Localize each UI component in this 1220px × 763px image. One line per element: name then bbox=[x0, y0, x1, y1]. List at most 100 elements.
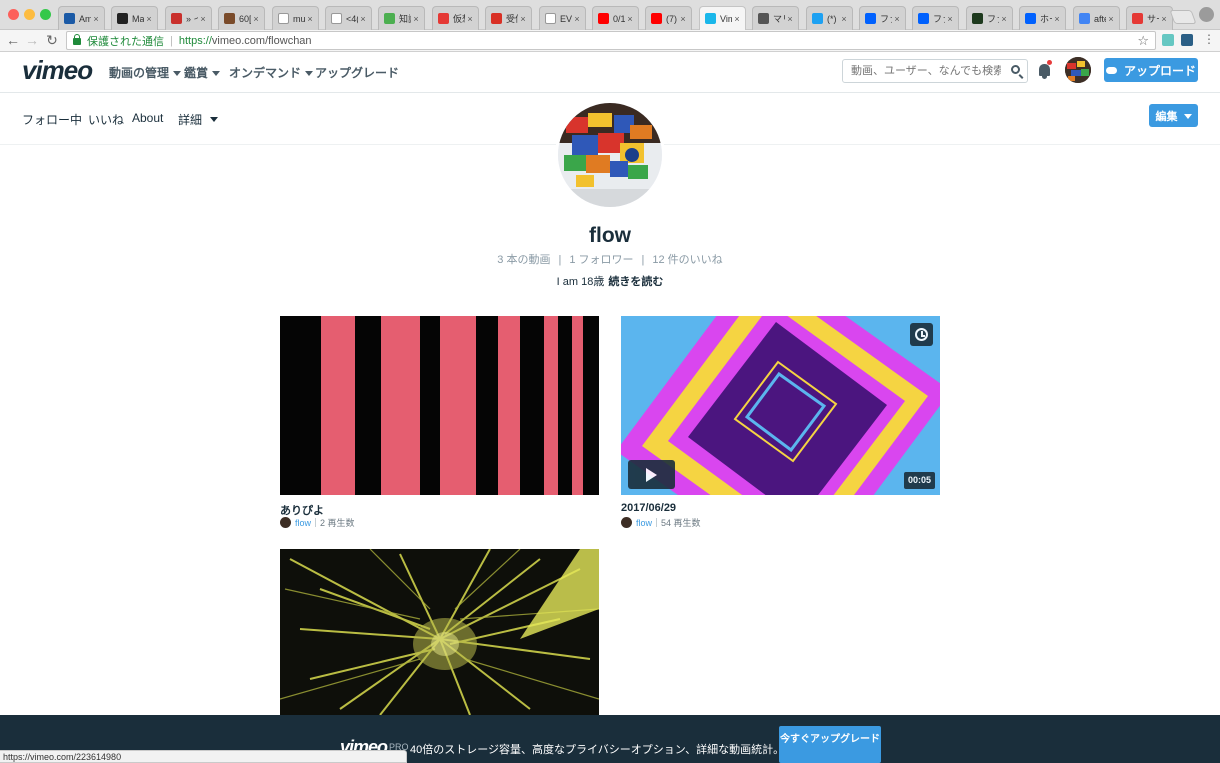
uploader-name[interactable]: flow bbox=[636, 518, 652, 528]
tab-close-icon[interactable]: × bbox=[251, 14, 261, 24]
browser-tab[interactable]: » イ× bbox=[165, 6, 212, 30]
browser-tab[interactable]: サー× bbox=[1126, 6, 1173, 30]
browser-tab[interactable]: mu × bbox=[272, 6, 319, 30]
browser-tab-strip: Am×Ma×» イ×60[×mu×<4(×知識×仮想×受信×EVE×0/1×(7… bbox=[0, 0, 1220, 30]
browser-tab[interactable]: 知識× bbox=[378, 6, 425, 30]
tab-close-icon[interactable]: × bbox=[465, 14, 475, 24]
tab-favicon-icon bbox=[705, 13, 716, 24]
new-tab-button[interactable] bbox=[1169, 10, 1197, 24]
tab-title: 60[ bbox=[239, 13, 251, 24]
upload-button[interactable]: アップロード bbox=[1104, 58, 1198, 82]
close-window-button[interactable] bbox=[8, 9, 19, 20]
tab-favicon-icon bbox=[491, 13, 502, 24]
search-input[interactable] bbox=[851, 65, 1001, 77]
edit-button[interactable]: 編集 bbox=[1149, 104, 1198, 127]
browser-tab[interactable]: 仮想× bbox=[432, 6, 479, 30]
back-arrow-icon[interactable]: ← bbox=[5, 32, 21, 48]
tab-close-icon[interactable]: × bbox=[358, 14, 368, 24]
extension-icon[interactable] bbox=[1162, 34, 1174, 46]
browser-tab[interactable]: ファ× bbox=[966, 6, 1013, 30]
tab-likes[interactable]: いいね bbox=[88, 111, 124, 128]
uploader-avatar[interactable] bbox=[280, 517, 291, 528]
uploader-avatar[interactable] bbox=[621, 517, 632, 528]
tab-close-icon[interactable]: × bbox=[999, 14, 1009, 24]
tab-favicon-icon bbox=[1025, 13, 1036, 24]
browser-profile-icon[interactable] bbox=[1199, 7, 1214, 22]
notification-bell-icon[interactable] bbox=[1039, 64, 1050, 79]
tab-close-icon[interactable]: × bbox=[732, 14, 742, 24]
address-bar[interactable]: 保護された通信 | https:// vimeo.com/flowchan ☆ bbox=[66, 31, 1156, 50]
upgrade-now-button[interactable]: 今すぐアップグレード bbox=[779, 726, 881, 763]
bio-text: I am 18歳 bbox=[556, 276, 605, 288]
reload-icon[interactable]: ↻ bbox=[44, 32, 60, 48]
read-more-link[interactable]: 続きを読む bbox=[608, 276, 663, 288]
stat-likes[interactable]: 12 件のいいね bbox=[652, 254, 722, 266]
menu-dots-icon[interactable]: ⋮ bbox=[1201, 31, 1217, 47]
video-thumbnail-1[interactable] bbox=[280, 316, 599, 495]
nav-on-demand[interactable]: オンデマンド bbox=[229, 64, 314, 81]
tab-about[interactable]: About bbox=[132, 111, 163, 125]
nav-upgrade[interactable]: アップグレード bbox=[315, 64, 399, 81]
tab-close-icon[interactable]: × bbox=[839, 14, 849, 24]
forward-arrow-icon[interactable]: → bbox=[24, 32, 40, 48]
browser-tab[interactable]: Am× bbox=[58, 6, 105, 30]
browser-tab[interactable]: (7) × bbox=[645, 6, 692, 30]
extension-icon[interactable] bbox=[1181, 34, 1193, 46]
chevron-down-icon bbox=[1183, 114, 1192, 119]
tab-close-icon[interactable]: × bbox=[1159, 14, 1169, 24]
zoom-window-button[interactable] bbox=[40, 9, 51, 20]
minimize-window-button[interactable] bbox=[24, 9, 35, 20]
tab-close-icon[interactable]: × bbox=[1052, 14, 1062, 24]
stat-followers[interactable]: 1 フォロワー bbox=[569, 254, 633, 266]
vimeo-logo[interactable]: vimeo bbox=[22, 55, 93, 86]
browser-tab[interactable]: ファ× bbox=[859, 6, 906, 30]
browser-tab[interactable]: afte× bbox=[1073, 6, 1120, 30]
browser-tab[interactable]: <4(× bbox=[325, 6, 372, 30]
browser-tab[interactable]: ホー× bbox=[1019, 6, 1066, 30]
play-button[interactable] bbox=[628, 460, 675, 489]
tab-close-icon[interactable]: × bbox=[91, 14, 101, 24]
tab-title: afte bbox=[1094, 13, 1106, 24]
watch-later-button[interactable] bbox=[910, 323, 933, 346]
tab-close-icon[interactable]: × bbox=[892, 14, 902, 24]
tab-title: mu bbox=[293, 13, 305, 24]
search-field[interactable] bbox=[842, 59, 1028, 83]
browser-tab[interactable]: Ma × bbox=[111, 6, 158, 30]
stat-videos[interactable]: 3 本の動画 bbox=[497, 254, 550, 266]
browser-tab[interactable]: マリ× bbox=[752, 6, 799, 30]
tab-title: ホー bbox=[1040, 14, 1052, 24]
tab-close-icon[interactable]: × bbox=[945, 14, 955, 24]
browser-tab[interactable]: 60[× bbox=[218, 6, 265, 30]
nav-watch[interactable]: 鑑賞 bbox=[184, 64, 221, 81]
browser-tab[interactable]: (*) × bbox=[806, 6, 853, 30]
tab-about-label: About bbox=[132, 111, 164, 125]
tab-more[interactable]: 詳細 bbox=[178, 111, 219, 128]
tab-close-icon[interactable]: × bbox=[411, 14, 421, 24]
tab-close-icon[interactable]: × bbox=[1106, 14, 1116, 24]
nav-manage-videos[interactable]: 動画の管理 bbox=[109, 64, 182, 81]
tab-close-icon[interactable]: × bbox=[198, 14, 208, 24]
tab-title: サー bbox=[1147, 14, 1159, 24]
user-avatar[interactable] bbox=[1065, 57, 1091, 83]
browser-tab[interactable]: EVE× bbox=[539, 6, 586, 30]
browser-tab[interactable]: 受信× bbox=[485, 6, 532, 30]
tab-close-icon[interactable]: × bbox=[572, 14, 582, 24]
tab-following[interactable]: フォロー中 bbox=[22, 111, 82, 128]
tab-close-icon[interactable]: × bbox=[518, 14, 528, 24]
browser-tab[interactable]: 0/1 × bbox=[592, 6, 639, 30]
video-title-2[interactable]: 2017/06/29 bbox=[621, 502, 676, 514]
uploader-name[interactable]: flow bbox=[295, 518, 311, 528]
tab-favicon-icon bbox=[64, 13, 75, 24]
tab-favicon-icon bbox=[438, 13, 449, 24]
bookmark-star-icon[interactable]: ☆ bbox=[1137, 33, 1149, 49]
browser-tab[interactable]: Vim× bbox=[699, 6, 746, 30]
tab-close-icon[interactable]: × bbox=[305, 14, 315, 24]
tab-close-icon[interactable]: × bbox=[785, 14, 795, 24]
tab-close-icon[interactable]: × bbox=[144, 14, 154, 24]
search-icon[interactable] bbox=[1011, 65, 1020, 74]
tab-close-icon[interactable]: × bbox=[625, 14, 635, 24]
tab-close-icon[interactable]: × bbox=[678, 14, 688, 24]
video-thumbnail-3[interactable] bbox=[280, 549, 599, 715]
profile-avatar[interactable] bbox=[555, 100, 665, 210]
browser-tab[interactable]: ファ× bbox=[912, 6, 959, 30]
